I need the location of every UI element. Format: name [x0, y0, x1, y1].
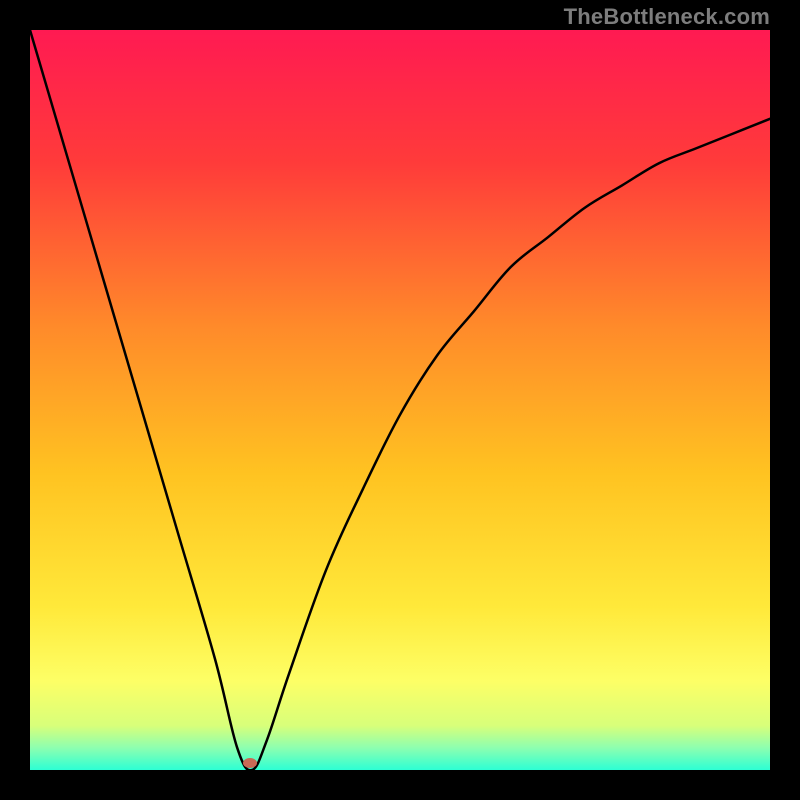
chart-frame: TheBottleneck.com [0, 0, 800, 800]
bottleneck-curve [30, 30, 770, 770]
curve-path [30, 30, 770, 770]
optimal-marker-icon [243, 758, 257, 768]
watermark-text: TheBottleneck.com [564, 4, 770, 30]
plot-area [30, 30, 770, 770]
